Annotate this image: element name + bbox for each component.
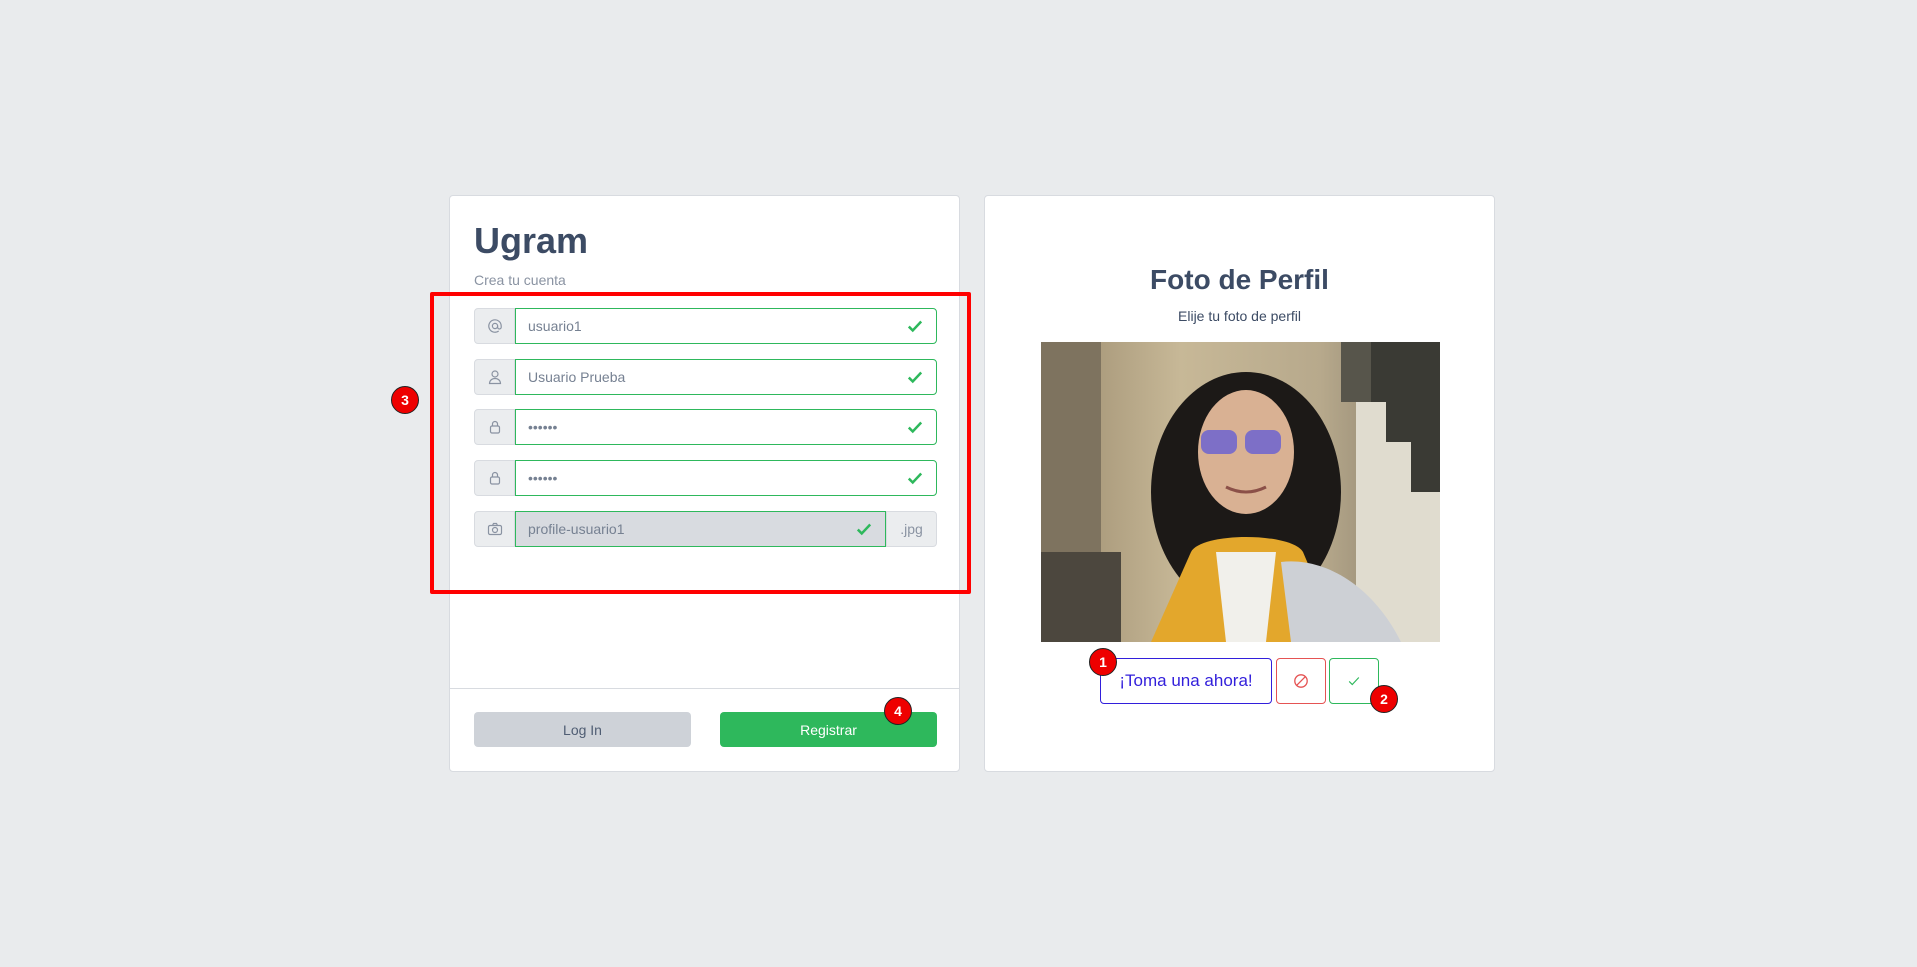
check-icon (1348, 677, 1360, 686)
profile-photo-card: Foto de Perfil Elije tu foto de perfil ¡… (984, 195, 1495, 772)
card-footer-divider (450, 688, 959, 689)
ban-icon (1294, 674, 1308, 688)
annotation-badge-4: 4 (884, 697, 912, 725)
profile-photo-subtitle: Elije tu foto de perfil (1178, 308, 1301, 324)
annotation-badge-1: 1 (1089, 648, 1117, 676)
profile-photo-title: Foto de Perfil (1150, 264, 1329, 295)
login-button[interactable]: Log In (474, 712, 691, 747)
register-subtitle: Crea tu cuenta (474, 272, 566, 288)
app-title: Ugram (474, 220, 589, 261)
cancel-photo-button[interactable] (1276, 658, 1326, 704)
annotation-badge-2: 2 (1370, 685, 1398, 713)
form-fields-highlight (430, 292, 971, 594)
webcam-photo (1041, 342, 1440, 642)
annotation-badge-3: 3 (391, 386, 419, 414)
take-photo-button[interactable]: ¡Toma una ahora! (1100, 658, 1272, 704)
